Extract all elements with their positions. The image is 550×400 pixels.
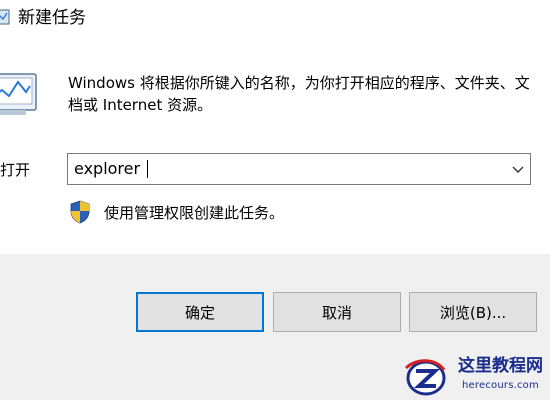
dialog-description: Windows 将根据你所键入的名称，为你打开相应的程序、文件夹、文档或 Int… [68, 74, 530, 114]
window-title: 新建任务 [18, 8, 86, 28]
watermark-title: 这里教程网 [458, 356, 543, 376]
admin-rights-note: 使用管理权限创建此任务。 [104, 204, 285, 222]
chevron-down-icon[interactable] [512, 163, 524, 175]
text-cursor [147, 160, 148, 178]
site-logo-icon [404, 359, 446, 396]
browse-button[interactable]: 浏览(B)... [409, 292, 537, 332]
title-bar: 新建任务 [0, 0, 550, 38]
task-manager-icon [0, 9, 10, 25]
task-manager-icon [0, 73, 37, 115]
uac-shield-icon [70, 200, 90, 224]
open-label: 打开 [0, 161, 31, 179]
command-combobox[interactable] [67, 153, 531, 185]
ok-button[interactable]: 确定 [136, 292, 264, 332]
command-input[interactable] [68, 154, 498, 184]
site-watermark: 这里教程网 herecours.com [400, 352, 550, 400]
watermark-url: herecours.com [462, 380, 539, 391]
cancel-button[interactable]: 取消 [273, 292, 401, 332]
